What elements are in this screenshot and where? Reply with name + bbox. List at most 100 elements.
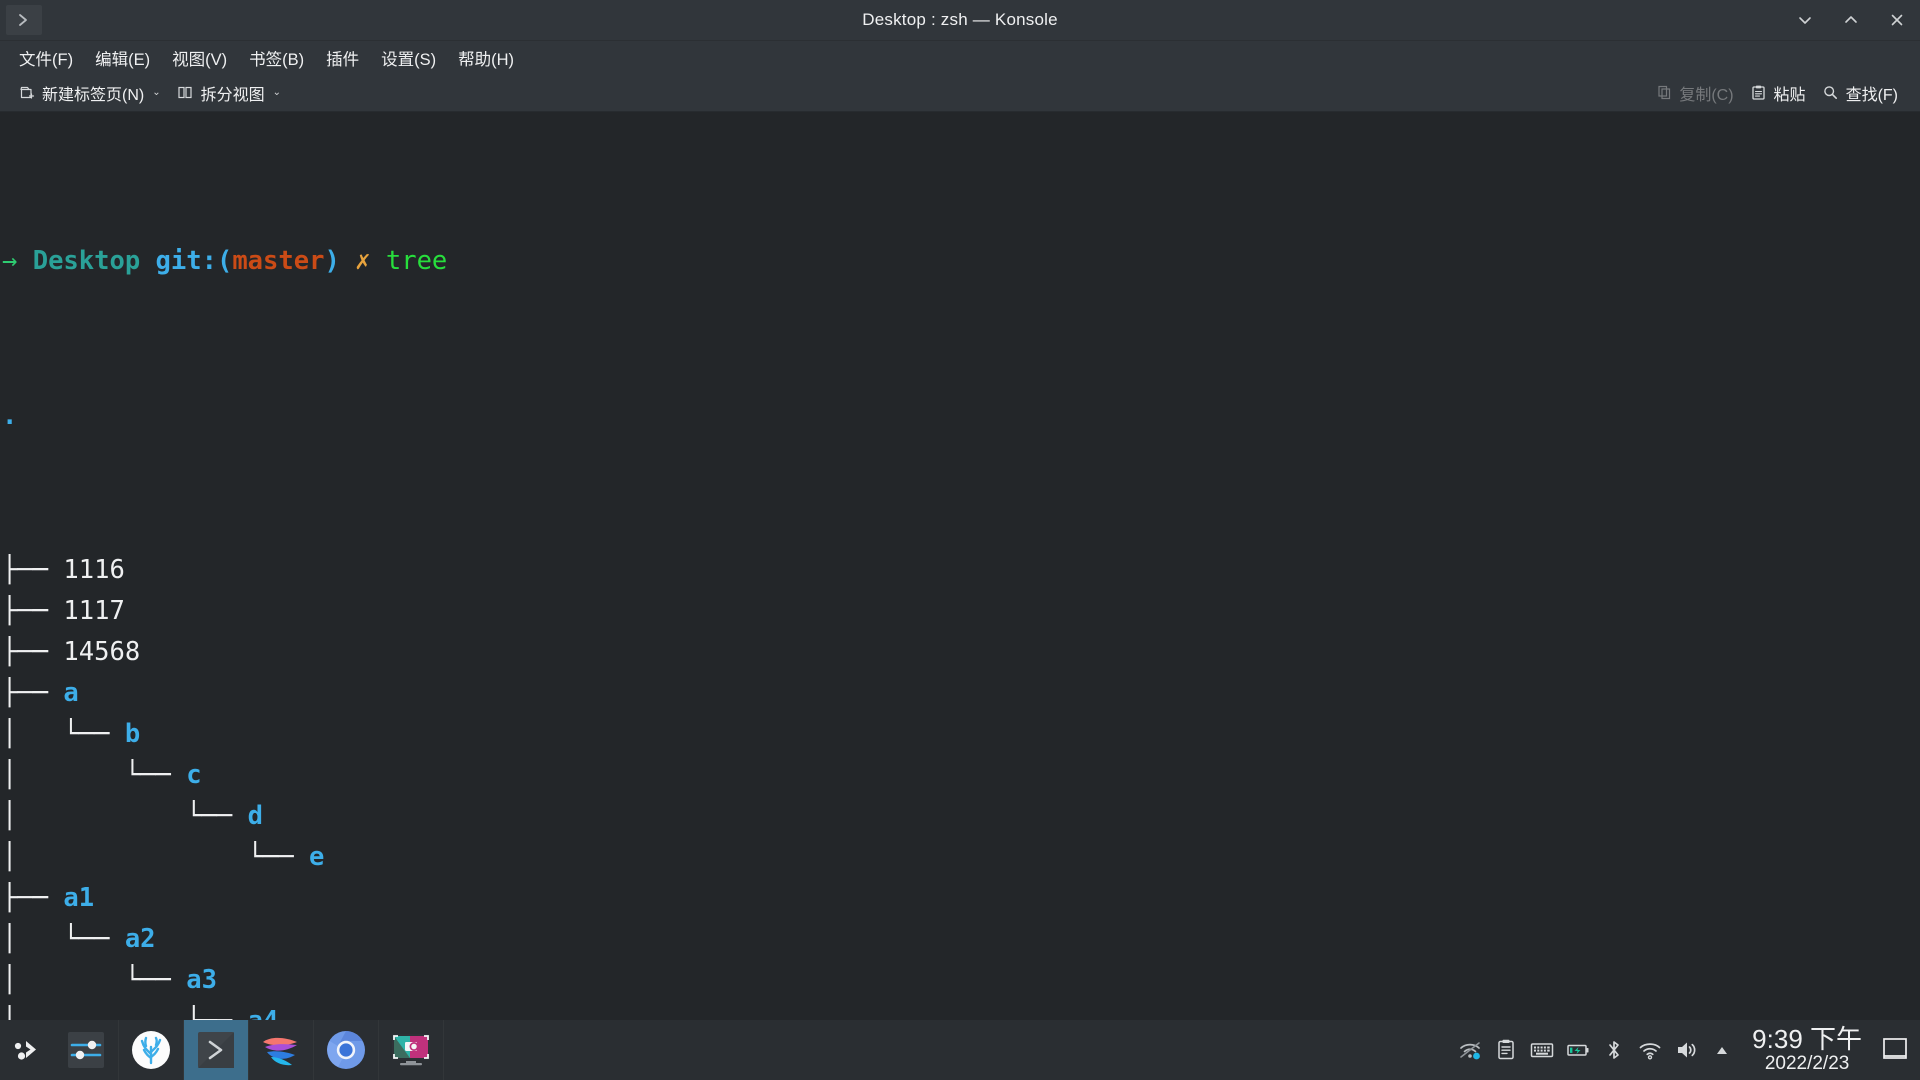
chevron-up-icon[interactable] xyxy=(1828,0,1874,41)
tree-directory-name: e xyxy=(309,842,325,872)
taskbar-clock[interactable]: 9:39 下午 2022/2/23 xyxy=(1740,1020,1874,1080)
close-icon[interactable] xyxy=(1874,0,1920,41)
tray-wifi-icon[interactable] xyxy=(1632,1020,1668,1080)
chevron-down-icon[interactable] xyxy=(1782,0,1828,41)
window-title: Desktop : zsh — Konsole xyxy=(862,10,1058,29)
taskbar-system-settings[interactable] xyxy=(54,1020,119,1080)
copy-icon xyxy=(1655,84,1673,102)
tray-volume-icon[interactable] xyxy=(1668,1020,1704,1080)
clock-time: 9:39 下午 xyxy=(1752,1024,1862,1055)
tray-keyboard-icon[interactable] xyxy=(1524,1020,1560,1080)
taskbar: 9:39 下午 2022/2/23 xyxy=(0,1020,1920,1080)
terminal-prompt-line: → Desktop git:(master) ✗ tree xyxy=(0,241,1920,282)
terminal-output[interactable]: → Desktop git:(master) ✗ tree . ├── 1116… xyxy=(0,112,1920,1020)
tree-directory-name: d xyxy=(247,801,263,831)
tree-item: │ └── c xyxy=(0,755,1920,796)
paste-button[interactable]: 粘贴 xyxy=(1742,78,1814,108)
tree-connector: │ └── xyxy=(2,801,248,831)
tree-connector: │ └── xyxy=(2,965,187,995)
clock-date: 2022/2/23 xyxy=(1764,1052,1850,1074)
search-icon xyxy=(1822,84,1840,102)
new-tab-button[interactable]: 新建标签页(N) ⌄ xyxy=(10,78,169,108)
paste-label: 粘贴 xyxy=(1773,86,1806,104)
tree-root-label: . xyxy=(2,401,18,431)
tree-item: │ └── a2 xyxy=(0,919,1920,960)
menu-view[interactable]: 视图(V) xyxy=(161,42,238,74)
find-label: 查找(F) xyxy=(1845,86,1898,104)
menu-settings[interactable]: 设置(S) xyxy=(370,42,447,74)
chevron-down-icon[interactable]: ⌄ xyxy=(152,87,160,98)
tree-connector: │ └── xyxy=(2,760,187,790)
tree-connector: ├── xyxy=(2,637,64,667)
paste-icon xyxy=(1750,84,1768,102)
tree-item: │ └── e xyxy=(0,837,1920,878)
tree-connector: │ └── xyxy=(2,719,125,749)
menu-bookmarks[interactable]: 书签(B) xyxy=(238,42,315,74)
tree-item: ├── a1 xyxy=(0,878,1920,919)
prompt-marker: ✗ xyxy=(355,246,371,276)
taskbar-chromium[interactable] xyxy=(314,1020,379,1080)
tree-connector: ├── xyxy=(2,555,64,585)
tray-battery-icon[interactable] xyxy=(1560,1020,1596,1080)
menu-edit[interactable]: 编辑(E) xyxy=(84,42,161,74)
chevron-down-icon[interactable]: ⌄ xyxy=(273,87,281,98)
tree-item: ├── a xyxy=(0,673,1920,714)
tree-directory-name: a xyxy=(63,678,79,708)
split-view-label: 拆分视图 xyxy=(200,86,265,104)
copy-label: 复制(C) xyxy=(1679,86,1734,104)
tree-item: ├── 1116 xyxy=(0,550,1920,591)
tree-connector: │ └── xyxy=(2,924,125,954)
tree-connector: ├── xyxy=(2,883,64,913)
tree-listing: ├── 1116 ├── 1117 ├── 14568 ├── a │ └── b │ └… xyxy=(0,550,1920,1020)
tree-directory-name: a1 xyxy=(63,883,95,913)
prompt-git-branch: master xyxy=(232,246,325,276)
tree-directory-name: c xyxy=(186,760,202,790)
tree-directory-name: a3 xyxy=(186,965,217,995)
find-button[interactable]: 查找(F) xyxy=(1814,78,1906,108)
taskbar-spectacle[interactable] xyxy=(379,1020,444,1080)
terminal-command: tree xyxy=(385,246,448,276)
menu-file[interactable]: 文件(F) xyxy=(8,42,84,74)
tree-root: . xyxy=(0,403,1920,429)
menubar: 文件(F) 编辑(E) 视图(V) 书签(B) 插件 设置(S) 帮助(H) xyxy=(0,41,1920,74)
copy-button[interactable]: 复制(C) xyxy=(1647,78,1741,108)
tree-connector: ├── xyxy=(2,678,64,708)
taskbar-discover[interactable] xyxy=(119,1020,184,1080)
taskbar-krita[interactable] xyxy=(249,1020,314,1080)
tree-item: ├── 14568 xyxy=(0,632,1920,673)
prompt-arrow: → xyxy=(2,246,18,276)
kde-application-launcher-icon[interactable] xyxy=(0,1020,54,1080)
tree-directory-name: a2 xyxy=(124,924,156,954)
tree-connector: │ └── xyxy=(2,842,310,872)
prompt-git-open: git:( xyxy=(155,246,233,276)
taskbar-tasks xyxy=(54,1020,444,1080)
tree-file-name: 14568 xyxy=(63,637,141,667)
tree-file-name: 1117 xyxy=(63,596,125,626)
tree-directory-name: b xyxy=(124,719,141,749)
tray-expand-icon[interactable] xyxy=(1704,1020,1740,1080)
tree-item: │ └── d xyxy=(0,796,1920,837)
tray-bluetooth-icon[interactable] xyxy=(1596,1020,1632,1080)
tree-file-name: 1116 xyxy=(63,555,125,585)
tree-directory-name: a4 xyxy=(248,1006,279,1020)
tree-item: │ └── b xyxy=(0,714,1920,755)
window-titlebar: Desktop : zsh — Konsole xyxy=(0,0,1920,41)
taskbar-konsole[interactable] xyxy=(184,1020,249,1080)
window-controls xyxy=(1782,0,1920,40)
menu-plugins[interactable]: 插件 xyxy=(315,42,370,74)
prompt-path: Desktop xyxy=(32,246,141,276)
tree-item: ├── 1117 xyxy=(0,591,1920,632)
split-view-icon xyxy=(177,84,195,102)
tray-network-icon[interactable] xyxy=(1452,1020,1488,1080)
tray-clipboard-icon[interactable] xyxy=(1488,1020,1524,1080)
tree-item: │ └── a4 xyxy=(0,1001,1920,1020)
split-view-button[interactable]: 拆分视图 ⌄ xyxy=(169,78,289,108)
prompt-git-close: ) xyxy=(324,246,340,276)
terminal-prompt-icon xyxy=(6,5,42,35)
system-tray: 9:39 下午 2022/2/23 xyxy=(1452,1020,1920,1080)
desktop-root: Desktop : zsh — Konsole 文件(F) 编辑(E) 视图(V… xyxy=(0,0,1920,1080)
show-desktop-icon[interactable] xyxy=(1874,1020,1916,1080)
new-tab-label: 新建标签页(N) xyxy=(42,86,145,104)
new-tab-icon xyxy=(18,84,36,102)
menu-help[interactable]: 帮助(H) xyxy=(447,42,525,74)
